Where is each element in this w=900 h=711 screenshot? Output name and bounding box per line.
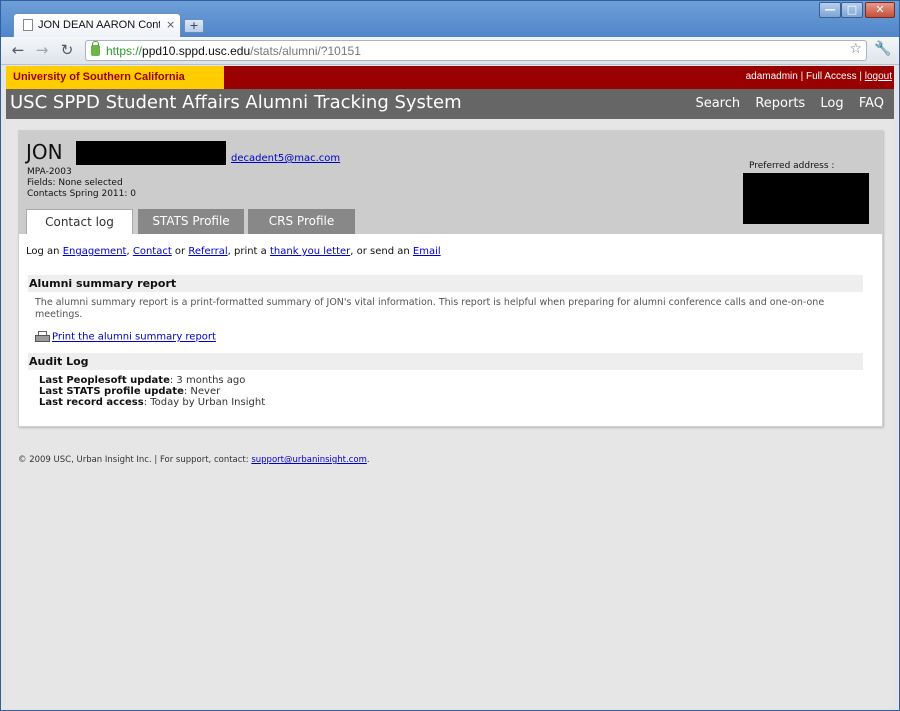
contact-actions: Log an Engagement, Contact or Referral, … (26, 246, 441, 257)
preferred-address-label: Preferred address : (749, 161, 835, 171)
username: adamadmin (745, 71, 798, 82)
alumni-email-link[interactable]: decadent5@mac.com (231, 153, 340, 164)
url-text: https://ppd10.sppd.usc.edu/stats/alumni/… (106, 44, 361, 58)
main-nav: Search Reports Log FAQ (683, 96, 884, 111)
audit-log: Last Peoplesoft update: 3 months ago Las… (39, 375, 265, 408)
back-arrow-icon[interactable]: ← (9, 41, 27, 59)
audit-row: Last record access: Today by Urban Insig… (39, 397, 266, 408)
address-bar[interactable]: https://ppd10.sppd.usc.edu/stats/alumni/… (85, 40, 867, 61)
tab-crs-profile[interactable]: CRS Profile (248, 209, 355, 234)
title-bar: JON DEAN AARON Contact... × + — □ ✕ (1, 1, 899, 37)
summary-report-heading: Alumni summary report (28, 275, 863, 292)
user-links: adamadmin | Full Access | logout (745, 71, 892, 82)
tab-title: JON DEAN AARON Contact... (38, 19, 160, 31)
logout-link[interactable]: logout (865, 71, 892, 82)
support-email-link[interactable]: support@urbaninsight.com (251, 455, 367, 465)
browser-tab[interactable]: JON DEAN AARON Contact... × (13, 13, 181, 37)
audit-log-heading: Audit Log (28, 353, 863, 370)
engagement-link[interactable]: Engagement (63, 246, 127, 257)
university-name: University of Southern California (6, 66, 224, 89)
wrench-icon[interactable]: 🔧 (874, 41, 891, 57)
close-tab-icon[interactable]: × (166, 18, 175, 31)
page-content: University of Southern California adamad… (6, 66, 894, 708)
lock-icon (91, 41, 100, 56)
contact-link[interactable]: Contact (133, 246, 172, 257)
nav-log[interactable]: Log (820, 96, 843, 111)
forward-arrow-icon[interactable]: → (33, 41, 51, 59)
program: MPA-2003 (27, 167, 72, 177)
browser-toolbar: ← → ↻ https://ppd10.sppd.usc.edu/stats/a… (1, 37, 899, 65)
printer-icon (35, 331, 50, 343)
profile-header: JON decadent5@mac.com MPA-2003 Fields: N… (19, 131, 882, 234)
thank-you-letter-link[interactable]: thank you letter (270, 246, 350, 257)
audit-row: Last STATS profile update: Never (39, 386, 221, 397)
redacted-last-name (76, 141, 226, 165)
system-title: USC SPPD Student Affairs Alumni Tracking… (10, 92, 462, 113)
nav-faq[interactable]: FAQ (859, 96, 884, 111)
contacts-count: Contacts Spring 2011: 0 (27, 189, 136, 199)
nav-search[interactable]: Search (695, 96, 740, 111)
tab-contact-log[interactable]: Contact log (26, 209, 133, 234)
fields: Fields: None selected (27, 178, 123, 188)
alumni-first-name: JON (26, 140, 63, 164)
email-link[interactable]: Email (413, 246, 441, 257)
profile-meta: MPA-2003 Fields: None selected Contacts … (27, 167, 136, 200)
footer: © 2009 USC, Urban Insight Inc. | For sup… (18, 455, 370, 465)
nav-reports[interactable]: Reports (755, 96, 805, 111)
page-icon (23, 19, 33, 31)
close-window-button[interactable]: ✕ (865, 2, 895, 18)
referral-link[interactable]: Referral (188, 246, 227, 257)
print-summary-link[interactable]: Print the alumni summary report (52, 332, 216, 343)
new-tab-button[interactable]: + (184, 19, 204, 33)
tab-stats-profile[interactable]: STATS Profile (138, 209, 244, 234)
summary-report-description: The alumni summary report is a print-for… (35, 297, 825, 320)
reload-icon[interactable]: ↻ (58, 41, 76, 59)
maximize-button[interactable]: □ (841, 2, 863, 18)
browser-window: JON DEAN AARON Contact... × + — □ ✕ ← → … (0, 0, 900, 711)
system-header: USC SPPD Student Affairs Alumni Tracking… (6, 89, 894, 119)
audit-row: Last Peoplesoft update: 3 months ago (39, 375, 246, 386)
access-level: Full Access (806, 71, 857, 82)
print-row: Print the alumni summary report (35, 331, 216, 343)
bookmark-star-icon[interactable]: ☆ (849, 41, 862, 57)
redacted-address (743, 173, 869, 224)
minimize-button[interactable]: — (819, 2, 841, 18)
alumni-record-card: JON decadent5@mac.com MPA-2003 Fields: N… (18, 130, 883, 427)
usc-bar: University of Southern California adamad… (6, 66, 894, 89)
